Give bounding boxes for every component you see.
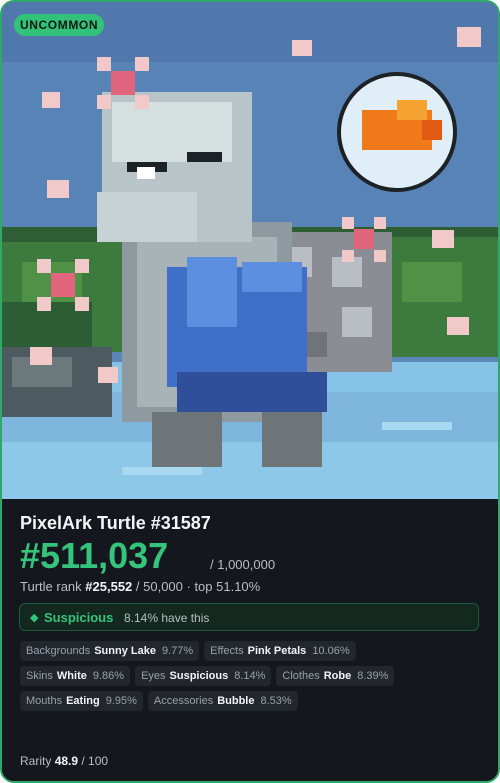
trait-percent: 8.39% (357, 670, 389, 682)
trait-value: Bubble (217, 695, 255, 707)
trait-percent: 10.06% (312, 645, 350, 657)
trait-chip: Effects Pink Petals 10.06% (204, 641, 356, 661)
trait-chip: Eyes Suspicious 8.14% (135, 666, 272, 686)
card-info-panel: PixelArk Turtle #31587 #511,037 / 1,000,… (2, 499, 498, 781)
diamond-icon: ◆ (30, 612, 39, 624)
trait-chip: Accessories Bubble 8.53% (147, 691, 298, 711)
turtle-rank-rest: / 50,000 · top 51.10% (135, 579, 261, 594)
turtle-pixel-art (2, 2, 498, 499)
overall-rank-total: / 1,000,000 (210, 557, 276, 572)
trait-chip: Skins White 9.86% (20, 666, 131, 686)
trait-percent: 9.77% (161, 645, 194, 657)
trait-percent: 8.53% (260, 695, 292, 707)
overall-rank: #511,037 (20, 535, 169, 576)
trait-chip: Backgrounds Sunny Lake 9.77% (20, 641, 200, 661)
trait-percent: 9.95% (105, 695, 137, 707)
trait-value: Pink Petals (247, 645, 307, 657)
trait-value: Eating (66, 695, 100, 707)
highlight-trait: ◆ Suspicious 8.14% have this (19, 603, 479, 631)
trait-category: Mouths (26, 695, 63, 707)
nft-title: PixelArk Turtle #31587 (20, 513, 211, 533)
rarity-tier-badge: UNCOMMON (14, 14, 105, 36)
trait-row: Mouths Eating 9.95% Accessories Bubble 8.53% (20, 691, 490, 711)
trait-category: Backgrounds (26, 645, 91, 657)
turtle-rank-line: Turtle rank #25,552 / 50,000 · top 51.10… (20, 579, 260, 594)
trait-chip: Mouths Eating 9.95% (20, 691, 143, 711)
turtle-rank-label: Turtle rank (20, 579, 82, 594)
trait-category: Clothes (282, 670, 320, 682)
trait-value: Robe (323, 670, 352, 682)
trait-value: White (56, 670, 87, 682)
rarity-value: 48.9 (54, 754, 79, 768)
turtle-artwork (2, 2, 498, 499)
trait-value: Sunny Lake (94, 645, 156, 657)
trait-row: Skins White 9.86% Eyes Suspicious 8.14% Clot… (20, 666, 490, 686)
rarity-max: / 100 (81, 754, 109, 768)
highlight-trait-value: Suspicious (44, 610, 114, 625)
trait-list: Backgrounds Sunny Lake 9.77% Effects Pink P… (20, 641, 490, 716)
trait-percent: 8.14% (234, 670, 266, 682)
rarity-score: Rarity 48.9 / 100 (20, 754, 108, 768)
trait-category: Accessories (153, 695, 214, 707)
trait-row: Backgrounds Sunny Lake 9.77% Effects Pink P… (20, 641, 490, 661)
rarity-label: Rarity (20, 754, 52, 768)
trait-percent: 9.86% (92, 670, 125, 682)
nft-card: UNCOMMON PixelArk Turtle #31587 #511,037… (0, 0, 500, 783)
turtle-rank-value: #25,552 (85, 579, 133, 594)
trait-chip: Clothes Robe 8.39% (276, 666, 395, 686)
trait-value: Suspicious (169, 670, 229, 682)
trait-category: Effects (210, 645, 244, 657)
highlight-trait-percent: 8.14% have this (124, 611, 210, 625)
trait-category: Eyes (141, 670, 166, 682)
trait-category: Skins (26, 670, 53, 682)
